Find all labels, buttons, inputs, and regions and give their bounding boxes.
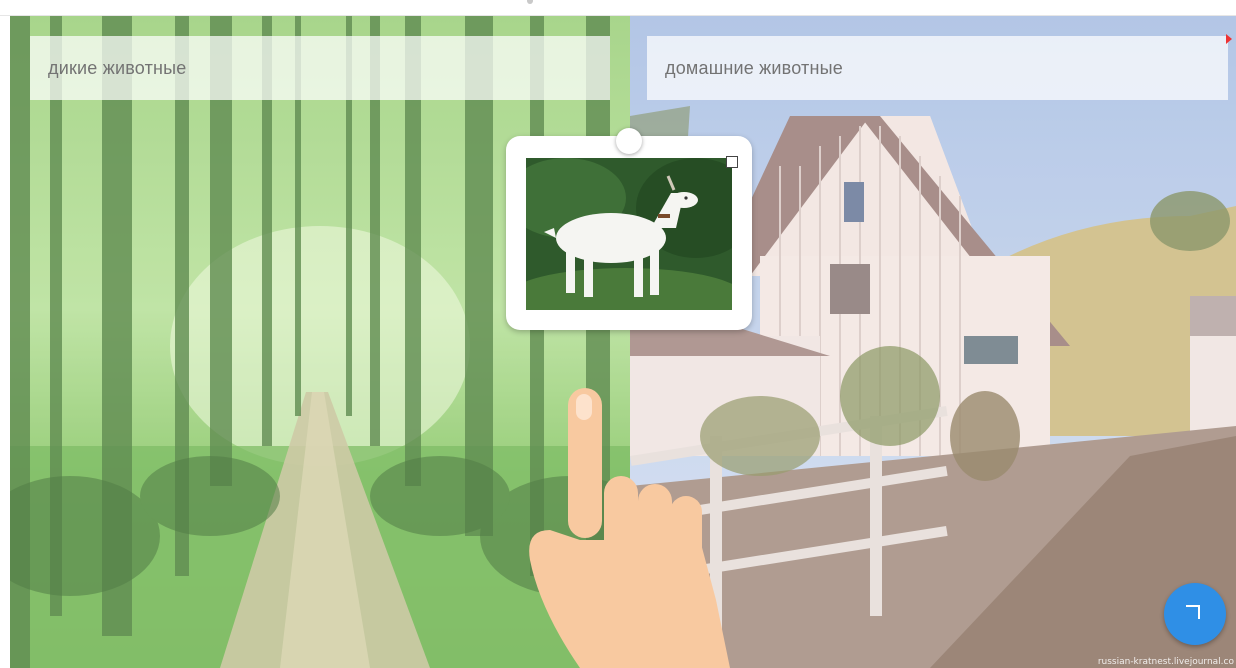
expand-icon[interactable] bbox=[726, 156, 738, 168]
pointer-hand-icon bbox=[529, 388, 730, 668]
category-label-wild: дикие животные bbox=[30, 36, 610, 100]
corner-arrow-icon bbox=[1186, 605, 1200, 619]
goat-image bbox=[526, 158, 732, 310]
category-label-domestic: домашние животные bbox=[647, 36, 1228, 100]
next-action-button[interactable] bbox=[1164, 583, 1226, 645]
corner-marker-icon bbox=[1226, 34, 1232, 44]
top-bar bbox=[0, 0, 1236, 16]
draggable-card-goat[interactable] bbox=[506, 128, 752, 330]
top-tick bbox=[527, 0, 533, 4]
watermark: russian-kratnest.livejournal.co bbox=[1097, 657, 1234, 667]
drag-handle[interactable] bbox=[616, 128, 642, 154]
